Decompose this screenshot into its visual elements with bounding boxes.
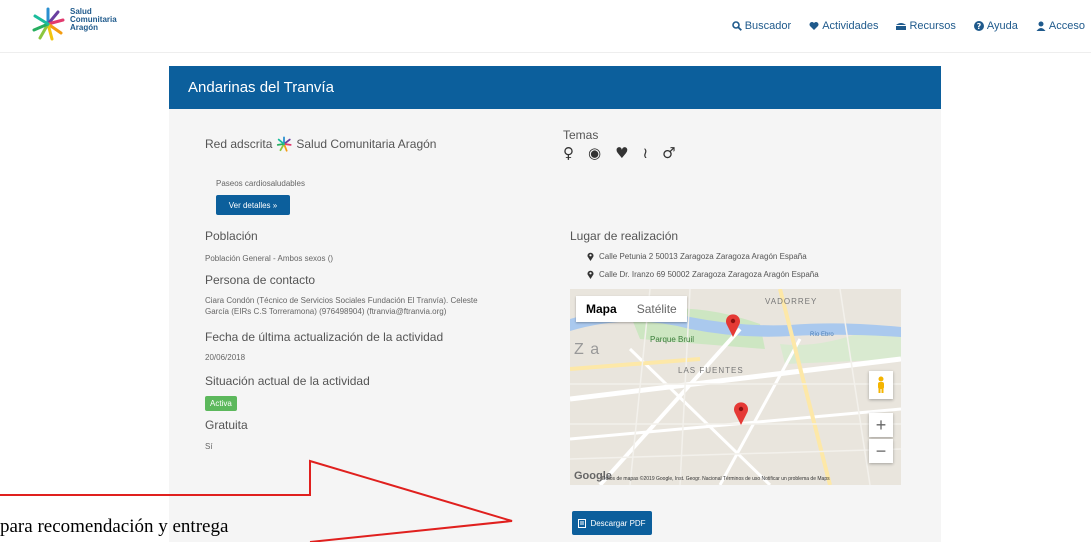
ver-detalles-button[interactable]: Ver detalles » xyxy=(216,195,290,215)
nav-buscador-label: Buscador xyxy=(744,20,792,32)
map-label-vadorrey: VADORREY xyxy=(765,297,818,306)
male-icon[interactable]: ♂ xyxy=(662,146,675,161)
logo-icon xyxy=(32,7,65,41)
heart-icon xyxy=(809,22,819,30)
map-type-tabs: Mapa Satélite xyxy=(576,296,687,322)
red-adscrita-label: Red adscrita xyxy=(205,137,273,151)
folder-icon xyxy=(896,23,907,30)
activity-icon[interactable]: ≀ xyxy=(643,146,649,161)
callout-text: para recomendación y entrega xyxy=(0,516,229,537)
address-2: Calle Dr. Iranzo 69 50002 Zaragoza Zarag… xyxy=(599,270,819,279)
contacto-label: Persona de contacto xyxy=(205,273,316,287)
question-icon: ? xyxy=(973,21,984,31)
main-nav: Buscador Actividades Recursos ? Ayuda Ac… xyxy=(731,20,1085,32)
panel-title: Andarinas del Tranvía xyxy=(169,66,941,109)
activity-panel: Andarinas del Tranvía Red adscrita Salud… xyxy=(169,66,941,542)
mind-icon[interactable]: ◉ xyxy=(588,146,601,161)
contacto-value-line2: García (EIRs C.S Torreramona) (976498904… xyxy=(205,307,447,316)
map-tab-mapa[interactable]: Mapa xyxy=(576,296,627,322)
nav-ayuda[interactable]: ? Ayuda xyxy=(973,20,1018,32)
status-badge: Activa xyxy=(205,396,237,411)
user-icon xyxy=(1036,21,1046,31)
nav-actividades-label: Actividades xyxy=(822,20,879,32)
address-1: Calle Petunia 2 50013 Zaragoza Zaragoza … xyxy=(599,252,807,261)
situacion-label: Situación actual de la actividad xyxy=(205,374,370,388)
poblacion-label: Población xyxy=(205,229,258,243)
map-label-fuentes: LAS FUENTES xyxy=(678,366,744,375)
nav-recursos-label: Recursos xyxy=(909,20,956,32)
descargar-pdf-label: Descargar PDF xyxy=(590,518,646,528)
contacto-value: Ciara Condón (Técnico de Servicios Socia… xyxy=(205,295,535,317)
situacion-value: Activa xyxy=(205,393,237,411)
pegman-icon xyxy=(878,376,884,393)
site-logo[interactable]: Salud Comunitaria Aragón xyxy=(30,6,150,42)
nav-buscador[interactable]: Buscador xyxy=(731,20,792,32)
svg-text:?: ? xyxy=(977,22,982,31)
top-bar: Salud Comunitaria Aragón Buscador Activi… xyxy=(0,0,1091,53)
map-label-za: Z a xyxy=(574,341,601,358)
red-adscrita-name: Salud Comunitaria Aragón xyxy=(296,137,437,151)
heartbeat-icon[interactable]: ♥ xyxy=(615,146,628,161)
temas-label: Temas xyxy=(563,128,599,142)
nav-acceso-label: Acceso xyxy=(1048,20,1085,32)
address-item: Calle Dr. Iranzo 69 50002 Zaragoza Zarag… xyxy=(587,270,819,279)
map-label-parque: Parque Bruil xyxy=(650,335,695,344)
gratuita-label: Gratuita xyxy=(205,418,248,432)
logo-line3: Aragón xyxy=(70,23,98,32)
map-label-rio: Río Ebro xyxy=(810,332,834,338)
female-icon[interactable]: ♀ xyxy=(563,146,574,161)
map-marker-icon xyxy=(587,270,594,279)
nav-actividades[interactable]: Actividades xyxy=(809,20,878,32)
map-marker-icon xyxy=(587,252,594,261)
map-view[interactable]: VADORREY LAS FUENTES Parque Bruil Z a Rí… xyxy=(570,289,901,485)
red-logo-icon xyxy=(277,136,292,152)
zoom-out-button[interactable]: − xyxy=(869,439,893,463)
contacto-value-line1: Ciara Condón (Técnico de Servicios Socia… xyxy=(205,296,478,305)
lugar-label: Lugar de realización xyxy=(570,229,679,243)
descargar-pdf-button[interactable]: Descargar PDF xyxy=(572,511,652,535)
poblacion-value: Población General - Ambos sexos () xyxy=(205,254,334,263)
map-footer[interactable]: Datos de mapas ©2019 Google, Inst. Geogr… xyxy=(570,473,901,485)
fecha-label: Fecha de última actualización de la acti… xyxy=(205,330,444,344)
fecha-value: 20/06/2018 xyxy=(205,353,246,362)
gratuita-value: Sí xyxy=(205,442,213,451)
nav-ayuda-label: Ayuda xyxy=(986,20,1018,32)
activity-name: Paseos cardiosaludables xyxy=(216,179,305,188)
logo-text: Salud Comunitaria Aragón xyxy=(70,8,117,32)
red-adscrita: Red adscrita Salud Comunitaria Aragón xyxy=(205,136,436,152)
pegman-button[interactable] xyxy=(869,371,893,399)
nav-acceso[interactable]: Acceso xyxy=(1036,20,1085,32)
address-item: Calle Petunia 2 50013 Zaragoza Zaragoza … xyxy=(587,252,807,261)
pdf-icon xyxy=(578,518,587,528)
temas-icons: ♀ ◉ ♥ ≀ ♂ xyxy=(563,146,676,161)
map-tab-satelite[interactable]: Satélite xyxy=(627,296,687,322)
nav-recursos[interactable]: Recursos xyxy=(896,20,956,32)
search-icon xyxy=(731,21,742,31)
zoom-in-button[interactable]: + xyxy=(869,413,893,437)
